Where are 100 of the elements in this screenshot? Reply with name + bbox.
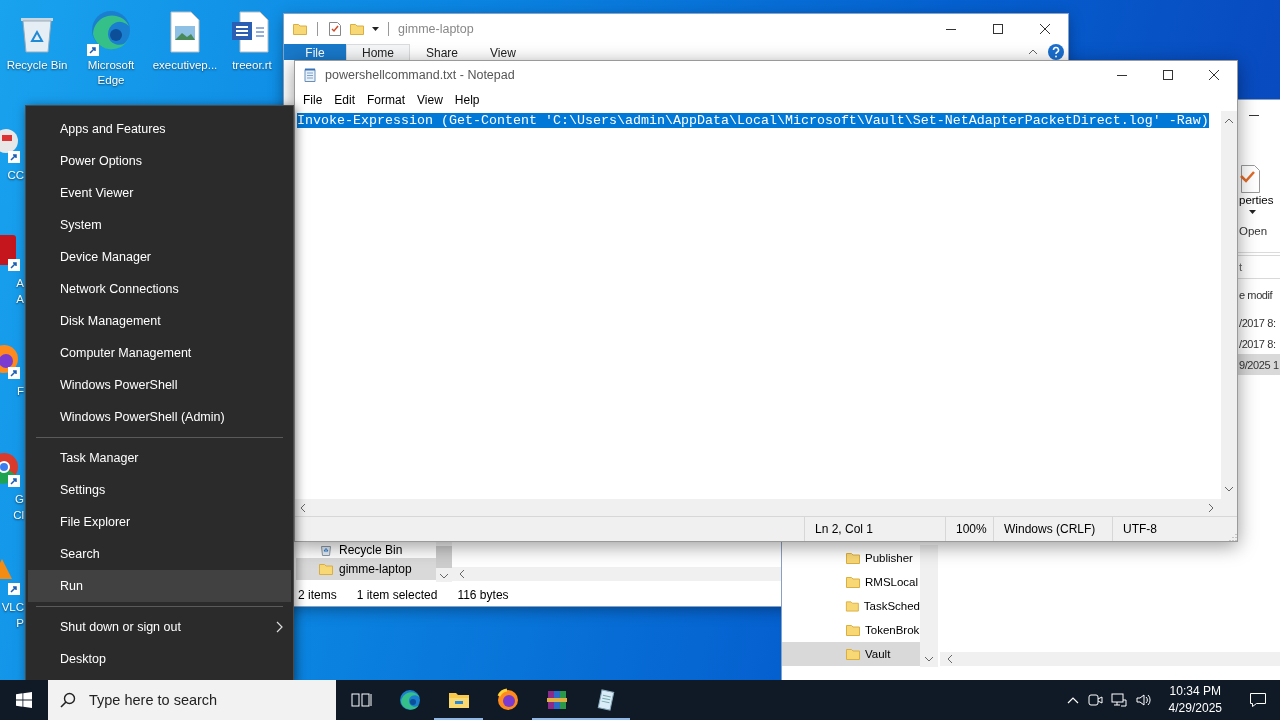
scroll-left-icon[interactable] [458, 569, 466, 579]
search-field[interactable]: Type here to search [87, 691, 321, 709]
status-text: Ln 2, Col 1 [804, 517, 945, 541]
caret-icon[interactable] [1249, 208, 1256, 214]
icon-label: treeor.rt [232, 58, 272, 73]
menu-item[interactable]: Help [448, 93, 486, 107]
ribbon-label[interactable]: perties [1239, 194, 1274, 206]
notification-icon[interactable] [1249, 692, 1267, 708]
window-title: gimme-laptop [398, 22, 475, 36]
maximize-icon[interactable] [1163, 70, 1173, 80]
ribbon-tab[interactable]: Share [410, 44, 475, 60]
status-text: 2 items [298, 588, 337, 602]
editor-text[interactable]: Invoke-Expression (Get-Content 'C:\Users\admin\AppData\Local\Microsoft\Vault\Set-NetAdapterPacketDirect.log' -Raw) [297, 113, 1209, 128]
ribbon-tab[interactable]: File [284, 44, 346, 60]
search-icon [60, 692, 76, 708]
clock[interactable]: 10:34 PM 4/29/2025 [1158, 683, 1232, 717]
nav-item[interactable]: TokenBrok [782, 618, 920, 642]
scrollbar[interactable] [436, 541, 452, 582]
menu-item[interactable]: Settings [28, 474, 291, 506]
caret-icon[interactable] [372, 25, 379, 33]
help-icon[interactable] [1048, 44, 1064, 60]
notepad-icon [302, 67, 318, 83]
date-cell-text: /2017 8: [1238, 315, 1277, 331]
icon-label: VLC [0, 600, 24, 615]
column-header[interactable]: e modif [1238, 285, 1280, 305]
nav-item[interactable]: Recycle Bin [296, 541, 436, 558]
scroll-left-icon[interactable] [299, 502, 307, 513]
properties-icon[interactable] [1239, 164, 1261, 194]
scroll-down-icon[interactable] [924, 655, 934, 663]
icon-label: Cl [12, 508, 24, 523]
folder-icon [845, 646, 861, 662]
nav-item[interactable]: Publisher [782, 546, 920, 570]
nav-item[interactable]: gimme-laptop [296, 558, 436, 580]
icon-label: P [15, 616, 24, 631]
start-button[interactable] [16, 692, 32, 708]
menu-item[interactable]: Desktop [28, 643, 291, 675]
menu-item[interactable]: Event Viewer [28, 177, 291, 209]
speaker-icon[interactable] [1134, 692, 1151, 708]
icon-label: A [15, 276, 24, 291]
menu-item[interactable]: Shut down or sign out [28, 611, 291, 643]
menu-item[interactable]: Power Options [28, 145, 291, 177]
scroll-down-icon[interactable] [439, 572, 449, 580]
menu-item[interactable]: Windows PowerShell (Admin) [28, 401, 291, 433]
camera-icon[interactable] [1086, 692, 1103, 708]
status-text: 1 item selected [356, 588, 438, 602]
folder-icon [845, 574, 861, 590]
search-box[interactable]: Type here to search [48, 680, 336, 720]
folder-icon [845, 622, 861, 638]
status-text: 100% [945, 517, 993, 541]
menu-item[interactable]: Edit [328, 93, 362, 107]
scroll-right-icon[interactable] [1207, 502, 1215, 513]
nav-item[interactable]: TaskSched [782, 594, 920, 618]
nav-item[interactable]: Vault [782, 642, 920, 666]
icon-label: Microsoft Edge [86, 58, 136, 88]
folder-icon [845, 598, 860, 614]
scroll-up-icon[interactable] [1224, 117, 1234, 125]
scrollbar[interactable] [1221, 111, 1237, 499]
icon-label: G [14, 492, 24, 507]
window-title: powershellcommand.txt - Notepad [325, 68, 516, 82]
ribbon-tab[interactable]: Home [346, 44, 410, 60]
scroll-left-icon[interactable] [946, 654, 954, 664]
icon-label: F [15, 384, 24, 399]
menu-item[interactable]: Device Manager [28, 241, 291, 273]
scroll-down-icon[interactable] [1224, 485, 1234, 493]
icon-label: Recycle Bin [6, 58, 68, 73]
menu-item[interactable]: View [411, 93, 449, 107]
status-text: Windows (CRLF) [993, 517, 1112, 541]
ribbon-tab[interactable]: View [474, 44, 532, 60]
scrollbar[interactable] [452, 567, 781, 581]
nav-item[interactable]: RMSLocal [782, 570, 920, 594]
status-text: UTF-8 [1112, 517, 1221, 541]
date-cell-text: /2017 8: [1238, 336, 1277, 352]
folder-icon [318, 561, 334, 577]
menu-item[interactable]: Run [28, 570, 291, 602]
scrollbar[interactable] [940, 652, 1280, 666]
date-cell: 9/2025 1 [1238, 354, 1280, 375]
menu-item[interactable]: Computer Management [28, 337, 291, 369]
menu-item[interactable]: Disk Management [28, 305, 291, 337]
checklist-icon[interactable] [327, 21, 343, 37]
icon-label: A [15, 292, 24, 307]
menu-item[interactable]: Apps and Features [28, 113, 291, 145]
status-text: 116 bytes [457, 588, 509, 602]
menu-item[interactable]: Search [28, 538, 291, 570]
menu-item[interactable]: Network Connections [28, 273, 291, 305]
menu-item[interactable]: System [28, 209, 291, 241]
close-icon[interactable] [1209, 70, 1219, 80]
scrollbar[interactable] [920, 545, 938, 667]
maximize-icon[interactable] [992, 24, 1003, 34]
menu-item[interactable]: File Explorer [28, 506, 291, 538]
menu-item[interactable]: Format [361, 93, 412, 107]
menu-item[interactable]: Task Manager [28, 442, 291, 474]
archive-icon [544, 688, 569, 712]
network-icon[interactable] [1110, 692, 1127, 708]
menu-item[interactable]: Windows PowerShell [28, 369, 291, 401]
menu-item[interactable]: File [297, 93, 329, 107]
ribbon-group-label: Open [1239, 225, 1268, 237]
icon-label: CC [6, 168, 24, 183]
close-icon[interactable] [1039, 24, 1050, 34]
resize-grip-icon[interactable] [1227, 531, 1237, 541]
scrollbar[interactable] [295, 499, 1237, 516]
